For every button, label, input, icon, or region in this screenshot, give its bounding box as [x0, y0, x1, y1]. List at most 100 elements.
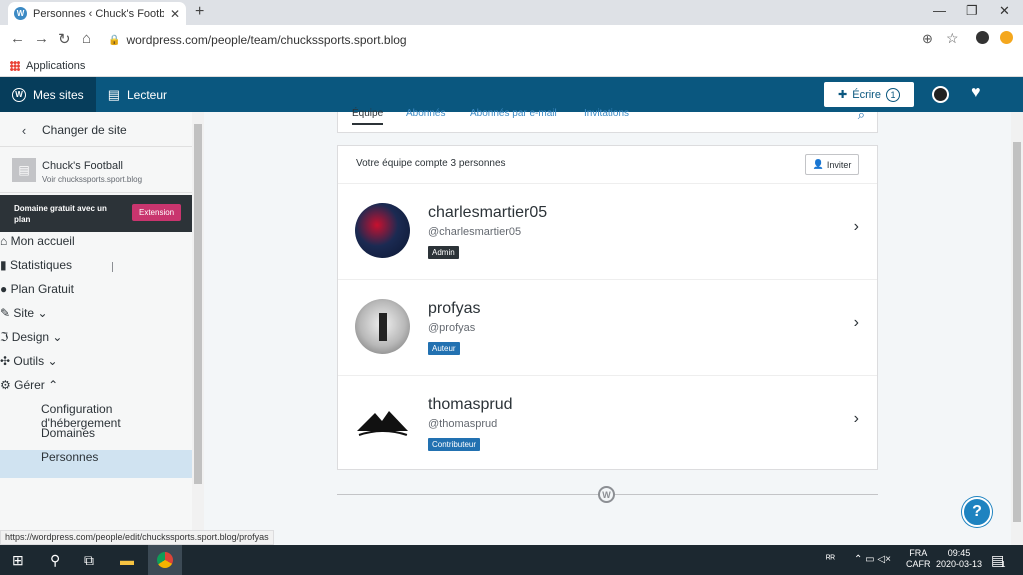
- windows-start-icon[interactable]: ⊞: [12, 552, 24, 569]
- search-icon[interactable]: ⚲: [50, 552, 60, 569]
- bookmark-applications[interactable]: Applications: [26, 60, 85, 72]
- status-bar-url: https://wordpress.com/people/edit/chucks…: [0, 530, 274, 545]
- sidebar-menu: ⌂ Mon accueil ▮ Statistiques ● Plan Grat…: [0, 234, 192, 545]
- person-row[interactable]: charlesmartier05 @charlesmartier05 Admin…: [338, 184, 877, 280]
- url-bar[interactable]: 🔒 wordpress.com/people/team/chuckssports…: [108, 29, 1008, 51]
- file-explorer-icon[interactable]: ▬: [120, 552, 134, 568]
- apps-grid-icon[interactable]: [10, 60, 20, 71]
- plan-icon: ●: [0, 282, 8, 296]
- keyboard-layout: CAFR: [906, 559, 931, 569]
- upgrade-button[interactable]: Extension: [132, 204, 182, 221]
- notifications-icon[interactable]: ♥: [971, 84, 981, 102]
- my-sites-button[interactable]: W Mes sites: [0, 77, 96, 112]
- restore-icon[interactable]: ❐: [966, 3, 978, 19]
- task-view-icon[interactable]: ⧉: [84, 552, 94, 569]
- scroll-thumb[interactable]: [1013, 142, 1021, 522]
- scroll-thumb[interactable]: [194, 124, 202, 484]
- write-button[interactable]: ✚ Écrire 1: [824, 82, 914, 107]
- window-close-icon[interactable]: ✕: [999, 3, 1010, 19]
- wordpress-logo-icon: W: [12, 87, 26, 102]
- site-name: Chuck's Football: [42, 160, 123, 172]
- clock[interactable]: 09:45 2020-03-13: [936, 548, 982, 570]
- back-icon[interactable]: ←: [10, 30, 25, 47]
- reader-button[interactable]: ▤ Lecteur: [96, 77, 179, 112]
- tab-title: Personnes ‹ Chuck's Football — V: [33, 7, 164, 20]
- tools-icon: ✣: [0, 354, 11, 368]
- current-site[interactable]: ▤ Chuck's Football Voir chuckssports.spo…: [0, 146, 192, 193]
- person-row[interactable]: profyas @profyas Auteur ›: [338, 280, 877, 376]
- write-icon: ✚: [838, 89, 848, 101]
- people-tabs: Équipe Abonnés Abonnés par e-mail Invita…: [337, 107, 878, 133]
- chevron-left-icon: ‹: [21, 122, 27, 138]
- tab-email-followers[interactable]: Abonnés par e-mail: [470, 108, 557, 119]
- windows-taskbar: ⊞ ⚲ ⧉ ▬ ᴿᴿ ⌃ ▭ ◁× FRA CAFR 09:45 2020-03…: [0, 545, 1023, 575]
- team-header: Votre équipe compte 3 personnes 👤 Invite…: [338, 146, 877, 184]
- new-tab-icon[interactable]: +: [195, 3, 204, 21]
- sidebar-scrollbar[interactable]: [192, 112, 204, 545]
- sidebar-item-label: Design: [11, 330, 50, 344]
- sidebar-item-label: Site: [13, 306, 35, 320]
- sidebar-subitem-label: Domaines: [41, 426, 96, 440]
- sidebar-item-site[interactable]: ✎ Site ⌄: [0, 306, 192, 330]
- sidebar-item-manage[interactable]: ⚙ Gérer ⌃: [0, 378, 192, 402]
- url-text: wordpress.com/people/team/chuckssports.s…: [126, 33, 407, 47]
- language-indicator[interactable]: FRA CAFR: [906, 548, 931, 570]
- tab-team[interactable]: Équipe: [352, 108, 384, 125]
- minimize-icon[interactable]: —: [933, 3, 946, 18]
- chevron-right-icon: ›: [853, 314, 859, 331]
- star-icon[interactable]: ☆: [946, 30, 959, 47]
- design-icon: ℑ: [0, 330, 9, 344]
- sidebar-item-tools[interactable]: ✣ Outils ⌄: [0, 354, 192, 378]
- pencil-icon: ✎: [0, 306, 11, 320]
- reload-icon[interactable]: ↻: [58, 30, 71, 48]
- switch-site-link[interactable]: ‹ Changer de site: [0, 118, 192, 142]
- add-user-icon: 👤: [812, 159, 824, 169]
- invite-button[interactable]: 👤 Inviter: [805, 154, 859, 175]
- avatar: [355, 395, 410, 450]
- home-icon[interactable]: ⌂: [82, 30, 91, 47]
- role-badge: Contributeur: [428, 438, 481, 451]
- main-scrollbar[interactable]: [1011, 112, 1023, 545]
- role-badge: Admin: [428, 246, 459, 259]
- sidebar-subitem-label: Personnes: [41, 450, 99, 464]
- user-avatar[interactable]: [932, 86, 949, 103]
- plan-badge: Gratuit: [37, 282, 74, 296]
- sidebar-item-label: Gérer: [14, 378, 45, 392]
- avatar: [355, 299, 410, 354]
- switch-site-label: Changer de site: [42, 123, 127, 137]
- people-icon[interactable]: ᴿᴿ: [826, 554, 835, 565]
- sidebar-item-plan[interactable]: ● Plan Gratuit: [0, 282, 192, 306]
- sidebar-subitem-people[interactable]: Personnes: [0, 450, 192, 478]
- site-url[interactable]: Voir chuckssports.sport.blog: [42, 175, 142, 184]
- promo-text: Domaine gratuit avec un plan: [14, 204, 107, 224]
- person-handle: @charlesmartier05: [428, 226, 522, 238]
- browser-tab[interactable]: W Personnes ‹ Chuck's Football — V ✕: [8, 2, 186, 25]
- help-button[interactable]: ?: [962, 497, 992, 527]
- add-icon[interactable]: ⊕: [922, 31, 933, 47]
- sidebar-item-home[interactable]: ⌂ Mon accueil: [0, 234, 192, 258]
- update-icon[interactable]: [1000, 31, 1013, 44]
- tray-icons[interactable]: ⌃ ▭ ◁×: [854, 554, 891, 565]
- lock-icon: 🔒: [108, 34, 121, 46]
- sidebar-item-stats[interactable]: ▮ Statistiques: [0, 258, 192, 282]
- write-label: Écrire: [852, 88, 881, 101]
- mountain-logo-icon: [357, 411, 408, 436]
- chevron-up-icon: ⌃: [48, 378, 59, 392]
- person-row[interactable]: thomasprud @thomasprud Contributeur ›: [338, 376, 877, 472]
- tab-close-icon[interactable]: ✕: [170, 7, 180, 21]
- tab-followers[interactable]: Abonnés: [406, 108, 445, 119]
- forward-icon[interactable]: →: [34, 30, 49, 47]
- domain-promo: Domaine gratuit avec un plan Extension: [0, 195, 192, 232]
- person-name: charlesmartier05: [428, 204, 548, 221]
- sidebar-item-label: Outils: [13, 354, 45, 368]
- search-icon[interactable]: ⌕: [858, 107, 865, 123]
- sidebar-item-design[interactable]: ℑ Design ⌄: [0, 330, 192, 354]
- profile-icon[interactable]: [976, 31, 989, 44]
- tab-invitations[interactable]: Invitations: [584, 108, 629, 119]
- chrome-taskbar-button[interactable]: [148, 545, 182, 575]
- reader-label: Lecteur: [126, 87, 168, 102]
- chrome-icon: [157, 552, 173, 568]
- person-name: profyas: [428, 300, 481, 317]
- avatar: [355, 203, 410, 258]
- sidebar-subitem-hosting[interactable]: Configuration d'hébergement: [0, 402, 192, 430]
